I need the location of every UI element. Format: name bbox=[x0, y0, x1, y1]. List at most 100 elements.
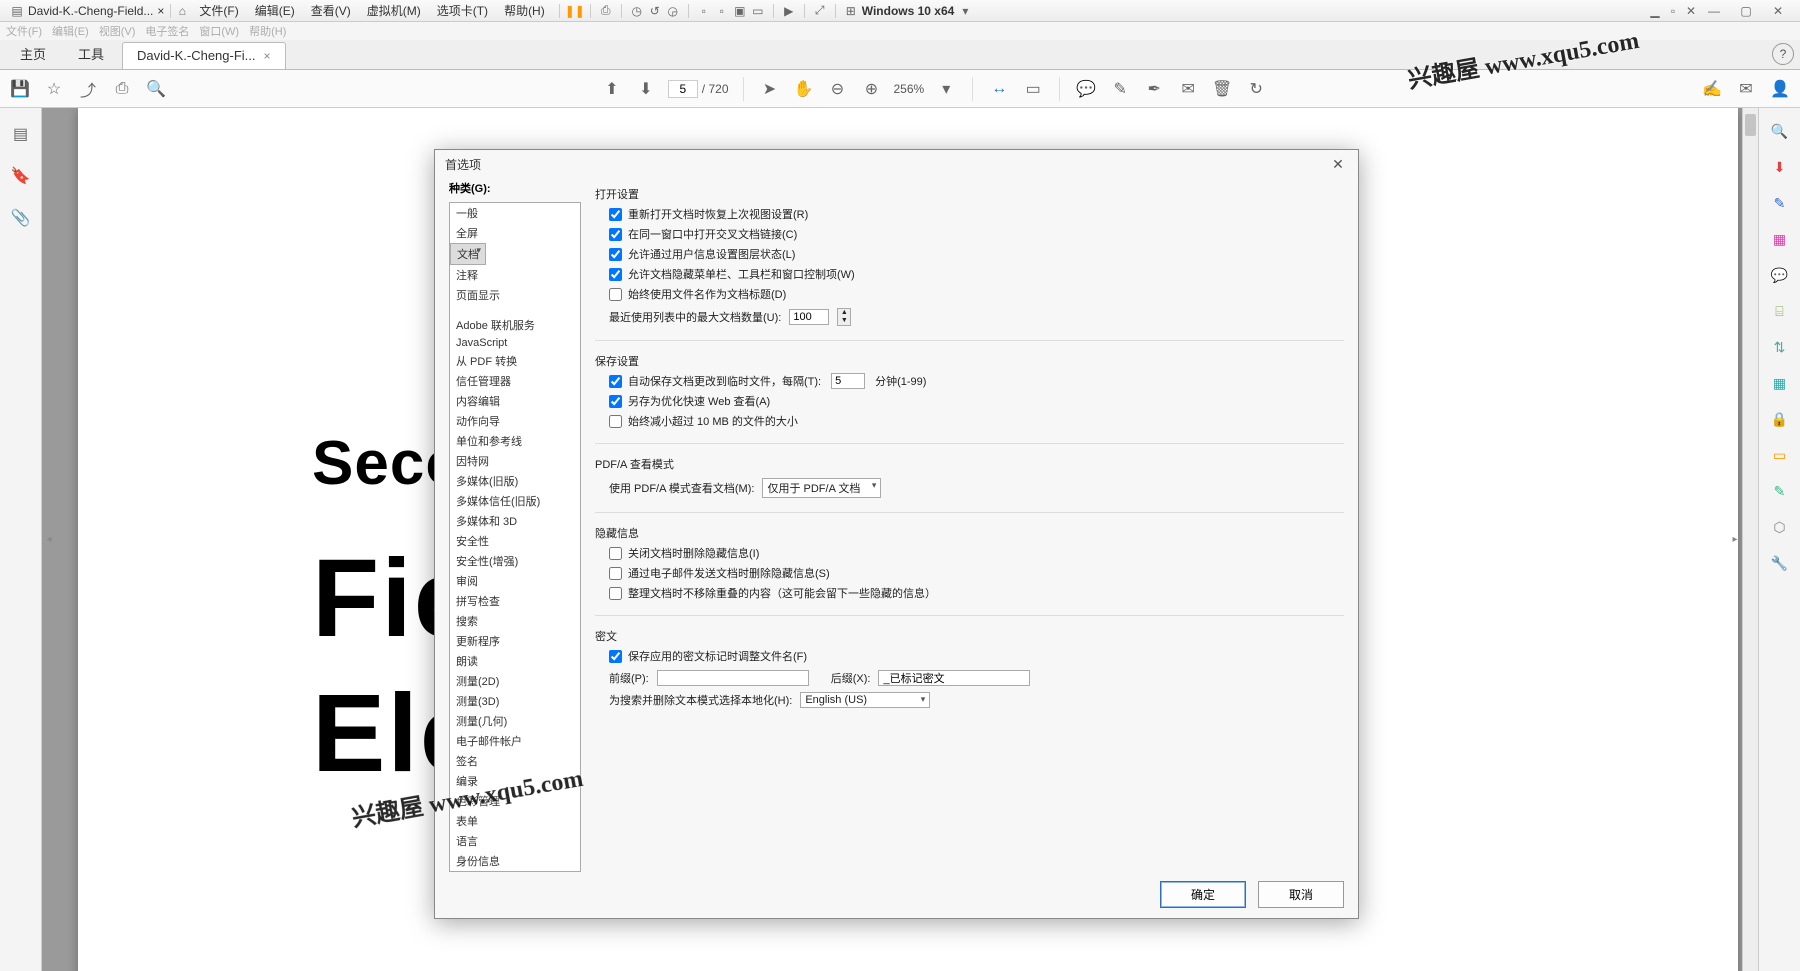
tool-compress-icon[interactable]: ▭ bbox=[1769, 444, 1791, 466]
highlight-icon[interactable]: ✎ bbox=[1108, 77, 1132, 101]
vm-menu-tabs[interactable]: 选项卡(T) bbox=[431, 2, 494, 19]
prefix-input[interactable] bbox=[657, 670, 809, 686]
mail-icon[interactable]: ✉ bbox=[1734, 77, 1758, 101]
page-down-icon[interactable]: ⬇ bbox=[634, 77, 658, 101]
category-item[interactable]: 动作向导 bbox=[450, 411, 580, 431]
recent-input[interactable] bbox=[789, 309, 829, 325]
category-item[interactable]: 因特网 bbox=[450, 451, 580, 471]
chk-redact-rename[interactable]: 保存应用的密文标记时调整文件名(F) bbox=[595, 646, 1344, 666]
chk-reduce-size[interactable]: 始终减小超过 10 MB 的文件的大小 bbox=[595, 411, 1344, 431]
chk-allow-hide-input[interactable] bbox=[609, 268, 622, 281]
hand-icon[interactable]: ✋ bbox=[792, 77, 816, 101]
print-icon[interactable]: ⎙ bbox=[110, 77, 134, 101]
category-item[interactable]: 文档 bbox=[450, 243, 486, 265]
chk-hidden-close[interactable]: 关闭文档时删除隐藏信息(I) bbox=[595, 543, 1344, 563]
scroll-left-icon[interactable]: ◂ bbox=[44, 532, 54, 548]
zoom-dd-icon[interactable]: ▾ bbox=[934, 77, 958, 101]
autosave-interval-input[interactable] bbox=[831, 373, 865, 389]
chk-hidden-email-input[interactable] bbox=[609, 567, 622, 580]
category-item[interactable]: 注释 bbox=[450, 265, 580, 285]
account-icon[interactable]: 👤 bbox=[1768, 77, 1792, 101]
page-up-icon[interactable]: ⬆ bbox=[600, 77, 624, 101]
tool-organize-icon[interactable]: ⇅ bbox=[1769, 336, 1791, 358]
category-item[interactable]: 信任管理器 bbox=[450, 371, 580, 391]
category-item[interactable]: JavaScript bbox=[450, 335, 580, 351]
category-item[interactable]: 拼写检查 bbox=[450, 591, 580, 611]
app-menu-file[interactable]: 文件(F) bbox=[6, 23, 42, 39]
revert-icon[interactable]: ↺ bbox=[648, 4, 662, 18]
category-item[interactable]: 更新程序 bbox=[450, 631, 580, 651]
attach-icon[interactable]: 📎 bbox=[11, 208, 31, 228]
chk-same-window-input[interactable] bbox=[609, 228, 622, 241]
tool-redact-icon[interactable]: ▦ bbox=[1769, 372, 1791, 394]
vm-menu-edit[interactable]: 编辑(E) bbox=[249, 2, 301, 19]
chk-autosave[interactable]: 自动保存文档更改到临时文件，每隔(T): 分钟(1-99) bbox=[595, 371, 1344, 391]
vm-close-icon[interactable]: ✕ bbox=[1684, 4, 1698, 18]
stretch-icon[interactable]: ▭ bbox=[751, 4, 765, 18]
snapshot-icon[interactable]: ⎙ bbox=[599, 4, 613, 18]
chk-hidden-close-input[interactable] bbox=[609, 547, 622, 560]
chk-restore-view[interactable]: 重新打开文档时恢复上次视图设置(R) bbox=[595, 204, 1344, 224]
stamp-icon[interactable]: ✉ bbox=[1176, 77, 1200, 101]
vm-menu-vm[interactable]: 虚拟机(M) bbox=[361, 2, 427, 19]
zoom-in-icon[interactable]: ⊕ bbox=[860, 77, 884, 101]
host-min-icon[interactable]: — bbox=[1702, 4, 1726, 18]
category-item[interactable]: 转换为 PDF bbox=[450, 871, 580, 872]
search-icon[interactable]: 🔍 bbox=[144, 77, 168, 101]
category-item[interactable]: 测量(几何) bbox=[450, 711, 580, 731]
unity-icon[interactable]: ▫ bbox=[697, 4, 711, 18]
scroll-thumb[interactable] bbox=[1745, 114, 1756, 136]
category-item[interactable]: 多媒体和 3D bbox=[450, 511, 580, 531]
tab-home[interactable]: 主页 bbox=[6, 39, 60, 69]
zoom-out-icon[interactable]: ⊖ bbox=[826, 77, 850, 101]
tool-combine-icon[interactable]: ⌸ bbox=[1769, 300, 1791, 322]
tool-export-icon[interactable]: ⬇ bbox=[1769, 156, 1791, 178]
category-item[interactable]: Adobe 联机服务 bbox=[450, 315, 580, 335]
vm-menu-file[interactable]: 文件(F) bbox=[193, 2, 244, 19]
star-icon[interactable]: ☆ bbox=[42, 77, 66, 101]
tab-file-close[interactable]: × bbox=[264, 49, 271, 63]
category-item[interactable]: 内容编辑 bbox=[450, 391, 580, 411]
tool-more2-icon[interactable]: 🔧 bbox=[1769, 552, 1791, 574]
scroll-right-icon[interactable]: ▸ bbox=[1730, 532, 1740, 548]
locale-select[interactable]: English (US) bbox=[800, 692, 930, 708]
category-item[interactable]: 表单 bbox=[450, 811, 580, 831]
pause-icon[interactable]: ❚❚ bbox=[568, 4, 582, 18]
fit-width-icon[interactable]: ↔ bbox=[987, 77, 1011, 101]
app-menu-edit[interactable]: 编辑(E) bbox=[52, 23, 89, 39]
category-item[interactable]: 多媒体信任(旧版) bbox=[450, 491, 580, 511]
multi-mon-icon[interactable]: ▫ bbox=[715, 4, 729, 18]
tool-protect-icon[interactable]: 🔒 bbox=[1769, 408, 1791, 430]
host-max-icon[interactable]: ▢ bbox=[1734, 4, 1758, 18]
chk-hidden-sanitize[interactable]: 整理文档时不移除重叠的内容（这可能会留下一些隐藏的信息） bbox=[595, 583, 1344, 603]
chk-allow-hide[interactable]: 允许文档隐藏菜单栏、工具栏和窗口控制项(W) bbox=[595, 264, 1344, 284]
chk-filename-title[interactable]: 始终使用文件名作为文档标题(D) bbox=[595, 284, 1344, 304]
sign-tool-icon[interactable]: ✍ bbox=[1700, 77, 1724, 101]
scrollbar-vertical[interactable] bbox=[1742, 108, 1758, 971]
tool-more1-icon[interactable]: ⬡ bbox=[1769, 516, 1791, 538]
vm-doc-tab[interactable]: ▤ David-K.-Cheng-Field... × bbox=[4, 4, 171, 18]
vm-doc-tab-close[interactable]: × bbox=[157, 4, 164, 18]
chk-autosave-input[interactable] bbox=[609, 375, 622, 388]
category-item[interactable]: 身份信息 bbox=[450, 851, 580, 871]
sign-icon[interactable]: ✒ bbox=[1142, 77, 1166, 101]
tool-create-icon[interactable]: ▦ bbox=[1769, 228, 1791, 250]
category-item[interactable]: 页面显示 bbox=[450, 285, 580, 305]
chk-fast-web-input[interactable] bbox=[609, 395, 622, 408]
category-item[interactable]: 测量(3D) bbox=[450, 691, 580, 711]
tool-comment-icon[interactable]: 💬 bbox=[1769, 264, 1791, 286]
chk-reduce-size-input[interactable] bbox=[609, 415, 622, 428]
app-menu-help[interactable]: 帮助(H) bbox=[249, 23, 286, 39]
dialog-close-icon[interactable]: ✕ bbox=[1328, 154, 1348, 174]
fit-page-icon[interactable]: ▭ bbox=[1021, 77, 1045, 101]
category-item[interactable]: 一般 bbox=[450, 203, 580, 223]
chk-filename-title-input[interactable] bbox=[609, 288, 622, 301]
chk-hidden-email[interactable]: 通过电子邮件发送文档时删除隐藏信息(S) bbox=[595, 563, 1344, 583]
help-icon[interactable]: ? bbox=[1772, 43, 1794, 65]
ok-button[interactable]: 确定 bbox=[1160, 881, 1246, 908]
vm-menu-view[interactable]: 查看(V) bbox=[305, 2, 357, 19]
category-item[interactable]: 多媒体(旧版) bbox=[450, 471, 580, 491]
host-close-icon[interactable]: ✕ bbox=[1766, 4, 1790, 18]
vm-min-icon[interactable]: ▁ bbox=[1648, 4, 1662, 18]
rotate-icon[interactable]: ↻ bbox=[1244, 77, 1268, 101]
